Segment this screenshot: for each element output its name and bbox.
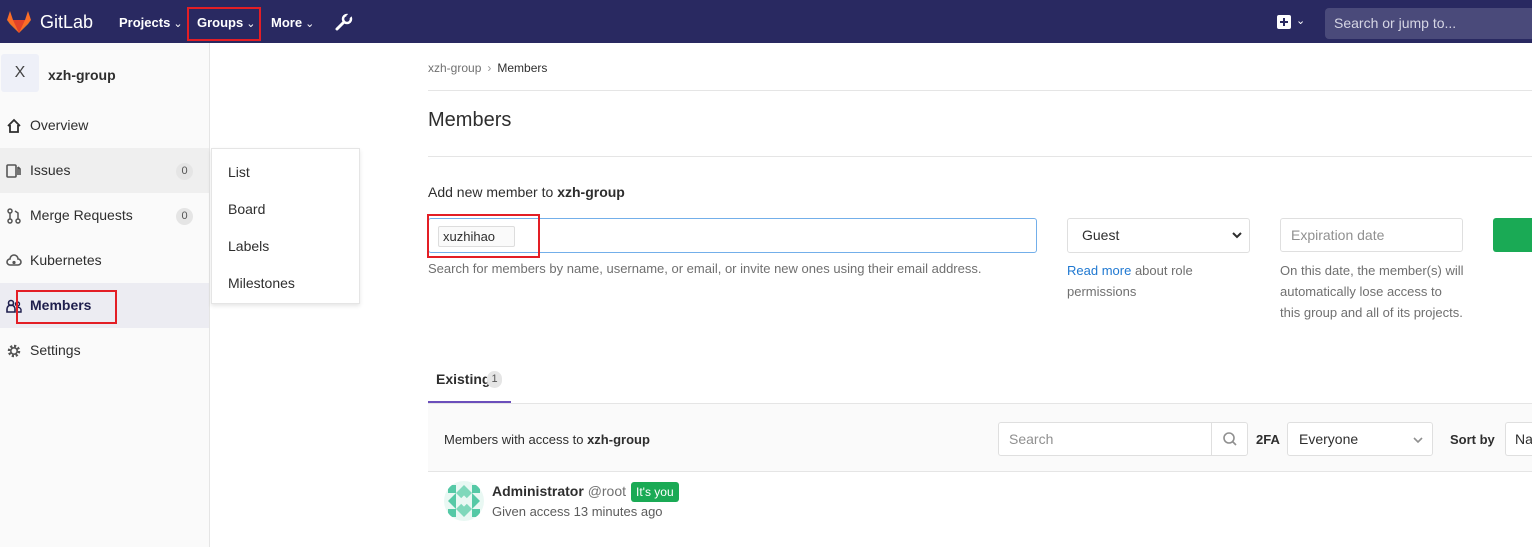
divider xyxy=(428,156,1532,157)
identicon-avatar[interactable] xyxy=(444,481,484,521)
member-row: Administrator @root It's you Given acces… xyxy=(428,472,1532,532)
issues-flyout-menu: List Board Labels Milestones xyxy=(211,148,360,304)
role-help-link[interactable]: Read more xyxy=(1067,263,1131,278)
member-filter-search-input[interactable]: Search xyxy=(998,422,1248,456)
members-panel-title-prefix: Members with access to xyxy=(444,432,584,447)
breadcrumb: xzh-group › Members xyxy=(428,61,547,75)
sort-label: Sort by xyxy=(1450,432,1495,447)
chevron-right-icon: › xyxy=(487,61,492,75)
chevron-down-icon xyxy=(1413,437,1423,444)
add-member-label-prefix: Add new member to xyxy=(428,184,554,200)
sidebar-item-overview[interactable]: Overview xyxy=(0,103,209,148)
group-name[interactable]: xzh-group xyxy=(48,67,116,83)
tab-existing-count: 1 xyxy=(487,371,502,388)
sidebar-item-kubernetes[interactable]: Kubernetes xyxy=(0,238,209,283)
highlight-box-token xyxy=(427,214,540,258)
nav-projects[interactable]: Projects ⌄ xyxy=(119,15,183,30)
highlight-box-members xyxy=(16,290,117,324)
its-you-badge: It's you xyxy=(631,482,679,502)
sidebar-item-label: Issues xyxy=(30,162,71,178)
highlight-box-groups xyxy=(187,7,261,41)
twofa-label: 2FA xyxy=(1256,432,1280,447)
sidebar-item-issues[interactable]: Issues 0 xyxy=(0,148,209,193)
chevron-down-icon: ⌄ xyxy=(305,18,315,30)
add-to-group-button[interactable] xyxy=(1493,218,1532,252)
add-member-group-name: xzh-group xyxy=(557,184,625,200)
issues-count-badge: 0 xyxy=(176,163,193,180)
member-filter-search-placeholder: Search xyxy=(1009,431,1054,447)
breadcrumb-current[interactable]: Members xyxy=(497,61,547,75)
member-name: Administrator @root xyxy=(492,483,626,499)
brand-name[interactable]: GitLab xyxy=(40,12,93,33)
tab-existing[interactable]: Existing 1 xyxy=(428,360,511,403)
flyout-item-list[interactable]: List xyxy=(228,164,250,180)
nav-projects-label: Projects xyxy=(119,15,171,30)
cloud-icon xyxy=(6,254,22,266)
chevron-down-icon[interactable]: ⌄ xyxy=(1296,14,1305,27)
flyout-item-labels[interactable]: Labels xyxy=(228,238,269,254)
flyout-item-board[interactable]: Board xyxy=(228,201,265,217)
search-button[interactable] xyxy=(1211,423,1247,455)
tab-existing-label: Existing xyxy=(436,371,491,387)
sidebar-item-label: Merge Requests xyxy=(30,207,133,223)
nav-more-label: More xyxy=(271,15,303,30)
page-title: Members xyxy=(428,109,512,131)
gear-icon xyxy=(7,344,21,358)
access-level-select[interactable]: Guest xyxy=(1067,218,1250,253)
search-icon xyxy=(1223,432,1237,446)
members-panel-title: Members with access to xzh-group xyxy=(444,432,650,447)
sidebar-item-label: Kubernetes xyxy=(30,252,102,268)
home-icon xyxy=(7,118,21,133)
role-help: Read more about role permissions xyxy=(1067,260,1237,302)
sidebar-item-label: Overview xyxy=(30,117,89,133)
twofa-filter-value: Everyone xyxy=(1299,431,1359,447)
members-panel-group-name: xzh-group xyxy=(587,432,650,447)
breadcrumb-group-link[interactable]: xzh-group xyxy=(428,61,481,75)
members-panel-header: Members with access to xzh-group Search … xyxy=(428,403,1532,472)
expiration-date-input[interactable]: Expiration date xyxy=(1280,218,1463,252)
plus-icon[interactable] xyxy=(1277,15,1291,29)
chevron-down-icon xyxy=(1232,232,1242,239)
divider xyxy=(428,90,1532,91)
nav-more[interactable]: More ⌄ xyxy=(271,15,314,30)
sidebar-item-merge-requests[interactable]: Merge Requests 0 xyxy=(0,193,209,238)
sidebar-item-label: Settings xyxy=(30,342,81,358)
gitlab-logo-icon[interactable] xyxy=(6,10,32,34)
issues-icon xyxy=(6,164,21,178)
flyout-item-milestones[interactable]: Milestones xyxy=(228,275,295,291)
member-username: @root xyxy=(587,483,627,499)
member-name-link[interactable]: Administrator xyxy=(492,483,584,499)
sort-select[interactable]: Na xyxy=(1505,422,1532,456)
access-level-value: Guest xyxy=(1082,227,1120,243)
wrench-icon[interactable] xyxy=(334,12,354,32)
group-avatar[interactable]: X xyxy=(1,54,39,92)
member-access-time: Given access 13 minutes ago xyxy=(492,504,663,519)
member-search-help: Search for members by name, username, or… xyxy=(428,261,982,276)
global-search-input[interactable]: Search or jump to... xyxy=(1325,8,1532,39)
merge-request-icon xyxy=(7,208,21,224)
sidebar-item-settings[interactable]: Settings xyxy=(0,328,209,373)
merge-requests-count-badge: 0 xyxy=(176,208,193,225)
expiration-help: On this date, the member(s) will automat… xyxy=(1280,263,1464,320)
twofa-filter-select[interactable]: Everyone xyxy=(1287,422,1433,456)
add-member-label: Add new member to xzh-group xyxy=(428,184,625,200)
chevron-down-icon: ⌄ xyxy=(173,18,183,30)
